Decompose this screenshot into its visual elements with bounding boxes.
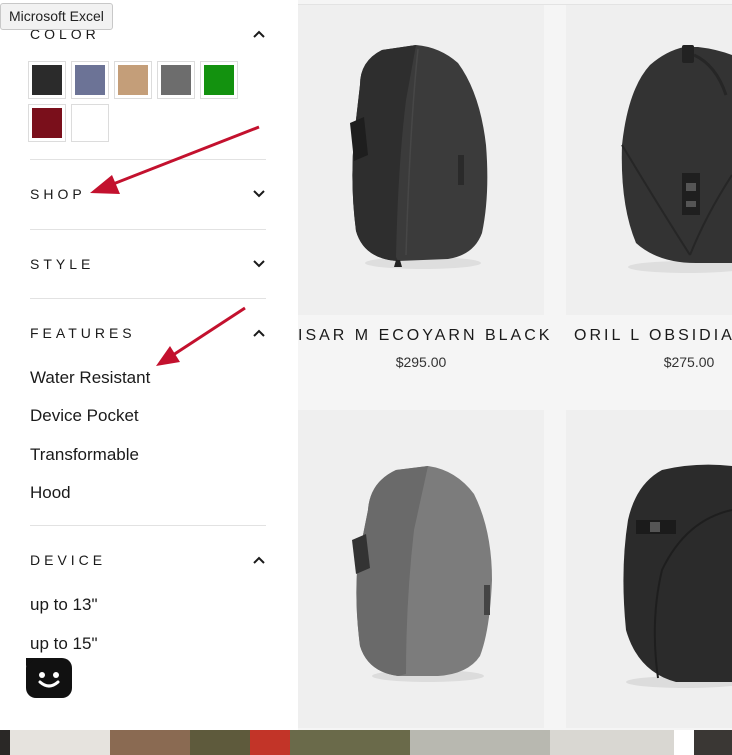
product-name[interactable]: ORIL L OBSIDIAN [574, 327, 732, 345]
filter-option-device-pocket[interactable]: Device Pocket [30, 406, 139, 426]
filter-shop-title: SHOP [30, 186, 86, 202]
filter-style-title: STYLE [30, 256, 95, 272]
swatch-burgundy[interactable] [28, 104, 66, 142]
filter-sidebar: COLOR SHOP STYLE FEATURES Water Resistan… [0, 0, 298, 730]
product-name[interactable]: ISAR M ECOYARN BLACK [298, 327, 549, 345]
filter-features-title: FEATURES [30, 325, 136, 341]
divider [30, 229, 266, 230]
filter-option-hood[interactable]: Hood [30, 483, 71, 503]
filter-style-header[interactable]: STYLE [30, 254, 266, 274]
filter-device-title: DEVICE [30, 552, 107, 568]
swatch-grey[interactable] [157, 61, 195, 99]
smiley-icon [26, 658, 60, 688]
swatch-black-fill [32, 65, 62, 95]
swatch-black[interactable] [28, 61, 66, 99]
divider [30, 298, 266, 299]
chevron-up-icon [253, 556, 265, 564]
swatch-green-fill [204, 65, 234, 95]
chevron-up-icon [253, 30, 265, 38]
chat-widget-button[interactable] [26, 658, 72, 698]
swatch-green[interactable] [200, 61, 238, 99]
swatch-burgundy-fill [32, 108, 62, 138]
filter-option-water-resistant[interactable]: Water Resistant [30, 368, 150, 388]
divider [30, 525, 266, 526]
product-image-black-backpack[interactable] [566, 410, 732, 728]
chevron-down-icon [253, 190, 265, 198]
swatch-grey-fill [161, 65, 191, 95]
filter-device-header[interactable]: DEVICE [30, 550, 266, 570]
swatch-white[interactable] [71, 104, 109, 142]
product-price: $275.00 [663, 354, 715, 370]
filter-features-header[interactable]: FEATURES [30, 323, 266, 343]
swatch-tan[interactable] [114, 61, 152, 99]
divider [30, 159, 266, 160]
filter-option-transformable[interactable]: Transformable [30, 445, 139, 465]
chevron-up-icon [253, 329, 265, 337]
swatch-white-fill [75, 108, 105, 138]
swatch-blue-fill [75, 65, 105, 95]
product-image-grey-backpack[interactable] [298, 410, 544, 728]
filter-option-up-to-15[interactable]: up to 15" [30, 634, 97, 654]
product-image-isar-m[interactable] [298, 5, 544, 315]
filter-shop-header[interactable]: SHOP [30, 184, 266, 204]
swatch-tan-fill [118, 65, 148, 95]
filter-option-up-to-13[interactable]: up to 13" [30, 595, 97, 615]
product-price: $295.00 [395, 354, 447, 370]
chevron-down-icon [253, 260, 265, 268]
app-tooltip: Microsoft Excel [0, 3, 113, 30]
hero-image-strip [0, 730, 732, 755]
swatch-blue[interactable] [71, 61, 109, 99]
product-image-oril-l[interactable] [566, 5, 732, 315]
